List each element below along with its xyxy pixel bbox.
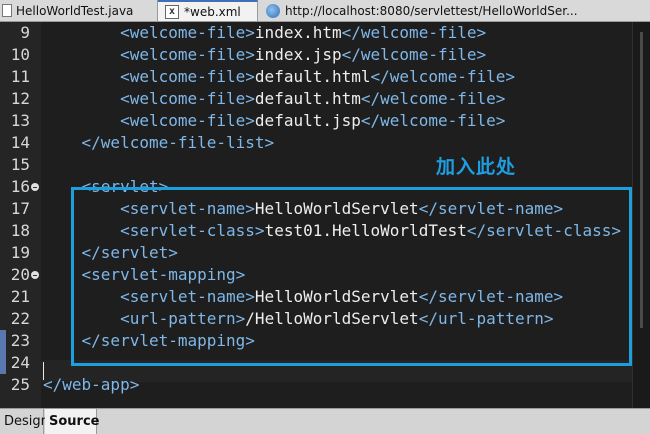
line-number: 17 [10,199,30,218]
xml-open-tag: <welcome-file> [120,45,255,64]
tab-design[interactable]: Design [0,409,49,434]
xml-close-tag: </welcome-file> [370,67,516,86]
xml-open-tag: <welcome-file> [120,89,255,108]
line-number: 13 [10,111,30,130]
xml-open-tag: </web-app> [43,375,140,394]
line-number: 25 [10,375,30,394]
annotation-highlight-box [71,187,632,366]
line-number: 15 [10,155,30,174]
xml-open-tag: <welcome-file> [120,111,255,130]
code-line[interactable]: 25 </web-app> [0,374,632,396]
line-number: 12 [10,89,30,108]
code-text: <welcome-file>default.jsp</welcome-file> [43,110,505,132]
xml-close-tag: </welcome-file> [360,89,506,108]
code-line[interactable]: 11 <welcome-file>default.html</welcome-f… [0,66,632,88]
xml-text: default.htm [254,89,361,108]
tab-hello-world-test-java[interactable]: HelloWorldTest.java [0,0,158,21]
tab-browser-localhost[interactable]: http://localhost:8080/servlettest/HelloW… [258,0,650,21]
globe-icon [266,3,280,18]
code-line[interactable]: 13 <welcome-file>default.jsp</welcome-fi… [0,110,632,132]
code-line[interactable]: 15 [0,154,632,176]
xml-open-tag: </welcome-file-list> [81,133,275,152]
tab-label: HelloWorldTest.java [16,3,134,18]
line-number: 16 [10,177,30,196]
xml-text: index.jsp [254,45,342,64]
line-number: 23 [10,331,30,350]
code-text: </web-app> [43,374,139,396]
line-number: 18 [10,221,30,240]
line-number: 11 [10,67,30,86]
code-line[interactable]: 12 <welcome-file>default.htm</welcome-fi… [0,88,632,110]
java-file-icon [2,4,12,17]
line-number: 24 [10,353,30,372]
xml-text: default.html [254,67,371,86]
xml-open-tag: <welcome-file> [120,67,255,86]
line-number: 21 [10,287,30,306]
code-line[interactable]: 14 </welcome-file-list> [0,132,632,154]
code-text: <welcome-file>index.jsp</welcome-file> [43,44,486,66]
xml-text: default.jsp [254,111,361,130]
code-text: </welcome-file-list> [43,132,275,154]
xml-text: index.htm [254,23,342,42]
scrollbar-thumb[interactable] [640,32,643,328]
text-caret [43,362,44,380]
line-number: 10 [10,45,30,64]
code-text: <welcome-file>default.html</welcome-file… [43,66,515,88]
annotation-label: 加入此处 [436,156,517,178]
tab-web-xml[interactable]: x *web.xml [158,0,258,21]
fold-toggle-icon[interactable] [31,183,39,191]
tab-label: *web.xml [184,4,241,19]
code-line[interactable]: 10 <welcome-file>index.jsp</welcome-file… [0,44,632,66]
xml-close-tag: </welcome-file> [341,23,487,42]
tab-label: http://localhost:8080/servlettest/HelloW… [285,3,578,18]
line-number: 9 [20,23,30,42]
line-number: 14 [10,133,30,152]
line-number: 19 [10,243,30,262]
xml-open-tag: <welcome-file> [120,23,255,42]
code-text: <welcome-file>default.htm</welcome-file> [43,88,505,110]
editor-tab-bar: HelloWorldTest.java x *web.xml http://lo… [0,0,650,22]
xml-close-tag: </welcome-file> [341,45,487,64]
tab-source[interactable]: Source [45,409,99,434]
xml-file-icon: x [165,4,179,19]
code-line[interactable]: 9 <welcome-file>index.htm</welcome-file> [0,22,632,44]
code-text: <welcome-file>index.htm</welcome-file> [43,22,486,44]
line-number: 22 [10,309,30,328]
fold-toggle-icon[interactable] [31,271,39,279]
line-number: 20 [10,265,30,284]
editor-mode-tabs: Design Source [0,408,650,434]
vertical-scrollbar[interactable] [632,22,650,408]
xml-close-tag: </welcome-file> [360,111,506,130]
